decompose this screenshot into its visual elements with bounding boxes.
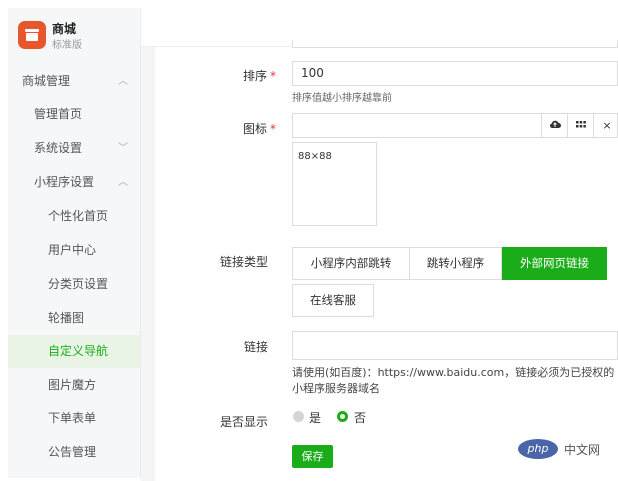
previous-field-edge — [292, 40, 618, 48]
chevron-up-icon: ︿ — [118, 76, 128, 87]
sort-input[interactable]: 100 — [292, 61, 618, 86]
link-type-group: 小程序内部跳转 跳转小程序 外部网页链接 — [292, 247, 607, 280]
brand: 商城 标准版 — [8, 8, 140, 51]
link-type-label: 链接类型 — [219, 255, 268, 269]
clear-icon[interactable]: × — [593, 114, 618, 137]
radio-yes[interactable] — [293, 411, 304, 422]
sidebar-item-label: 小程序设置 — [34, 175, 95, 189]
icon-label: 图标 * — [242, 122, 276, 136]
sidebar-item-label: 公告管理 — [48, 445, 97, 459]
watermark-text: 中文网 — [564, 443, 601, 457]
link-help-line2: 小程序服务器域名 — [292, 382, 380, 395]
link-label: 链接 — [243, 340, 268, 354]
sidebar-item-admin-home[interactable]: 管理首页 — [8, 98, 140, 131]
icon-preview-box: 88×88 — [292, 142, 377, 226]
chevron-down-icon: ﹀ — [118, 143, 128, 154]
save-button[interactable]: 保存 — [292, 445, 333, 468]
sidebar-item-label: 系统设置 — [34, 141, 83, 155]
sort-help: 排序值越小排序越靠前 — [292, 93, 392, 104]
required-mark: * — [270, 122, 276, 136]
sidebar-item-miniprogram-settings[interactable]: 小程序设置 ︿ — [8, 166, 140, 199]
sidebar-item-category-page[interactable]: 分类页设置 — [8, 268, 140, 301]
upload-cloud-icon[interactable] — [541, 114, 568, 137]
link-type-miniprogram[interactable]: 跳转小程序 — [410, 247, 502, 280]
sidebar-item-label: 个性化首页 — [48, 209, 109, 223]
brand-subtitle: 标准版 — [52, 40, 82, 51]
watermark: php 中文网 — [518, 437, 614, 461]
sort-label: 排序 * — [242, 69, 276, 83]
required-mark: * — [270, 69, 276, 83]
chevron-up-icon: ︿ — [118, 177, 128, 188]
sidebar-item-announcements[interactable]: 公告管理 — [8, 436, 140, 469]
link-input[interactable] — [292, 331, 618, 360]
sidebar-item-label: 轮播图 — [48, 311, 85, 325]
brand-name: 商城 — [52, 22, 77, 36]
icon-preview-size: 88×88 — [298, 151, 332, 162]
sidebar-item-personalized-home[interactable]: 个性化首页 — [8, 200, 140, 233]
sidebar-item-label: 商城管理 — [22, 74, 71, 88]
sidebar-item-label: 图片魔方 — [48, 378, 97, 392]
sidebar-item-carousel[interactable]: 轮播图 — [8, 302, 140, 335]
radio-no[interactable] — [337, 411, 348, 422]
sidebar-item-order-form[interactable]: 下单表单 — [8, 402, 140, 435]
sidebar-item-label: 自定义导航 — [48, 344, 109, 358]
sidebar-item-custom-nav[interactable]: 自定义导航 — [8, 335, 140, 368]
link-type-customer-service[interactable]: 在线客服 — [292, 284, 374, 317]
radio-yes-label: 是 — [309, 411, 322, 425]
sidebar: 商城 标准版 商城管理 ︿ 管理首页 系统设置 ﹀ 小程序设置 ︿ 个性化首页 … — [8, 8, 141, 478]
link-type-internal[interactable]: 小程序内部跳转 — [292, 247, 410, 280]
store-logo-icon — [18, 21, 46, 49]
show-label: 是否显示 — [219, 415, 268, 429]
link-help-line1: 请使用(如百度)：https://www.baidu.com，链接必须为已授权的 — [292, 366, 615, 379]
sidebar-item-label: 用户中心 — [48, 243, 97, 257]
sidebar-item-system-settings[interactable]: 系统设置 ﹀ — [8, 132, 140, 165]
sidebar-item-image-cube[interactable]: 图片魔方 — [8, 369, 140, 402]
php-logo-icon: php — [518, 439, 558, 459]
sidebar-item-store-management[interactable]: 商城管理 ︿ — [8, 65, 140, 98]
sidebar-item-label: 分类页设置 — [48, 277, 109, 291]
link-type-external[interactable]: 外部网页链接 — [502, 247, 607, 280]
sidebar-item-label: 下单表单 — [48, 411, 97, 425]
gallery-grid-icon[interactable] — [567, 114, 594, 137]
sidebar-item-user-center[interactable]: 用户中心 — [8, 234, 140, 267]
radio-no-label: 否 — [354, 411, 367, 425]
sidebar-item-label: 管理首页 — [34, 107, 83, 121]
icon-url-input[interactable]: × — [292, 113, 618, 138]
